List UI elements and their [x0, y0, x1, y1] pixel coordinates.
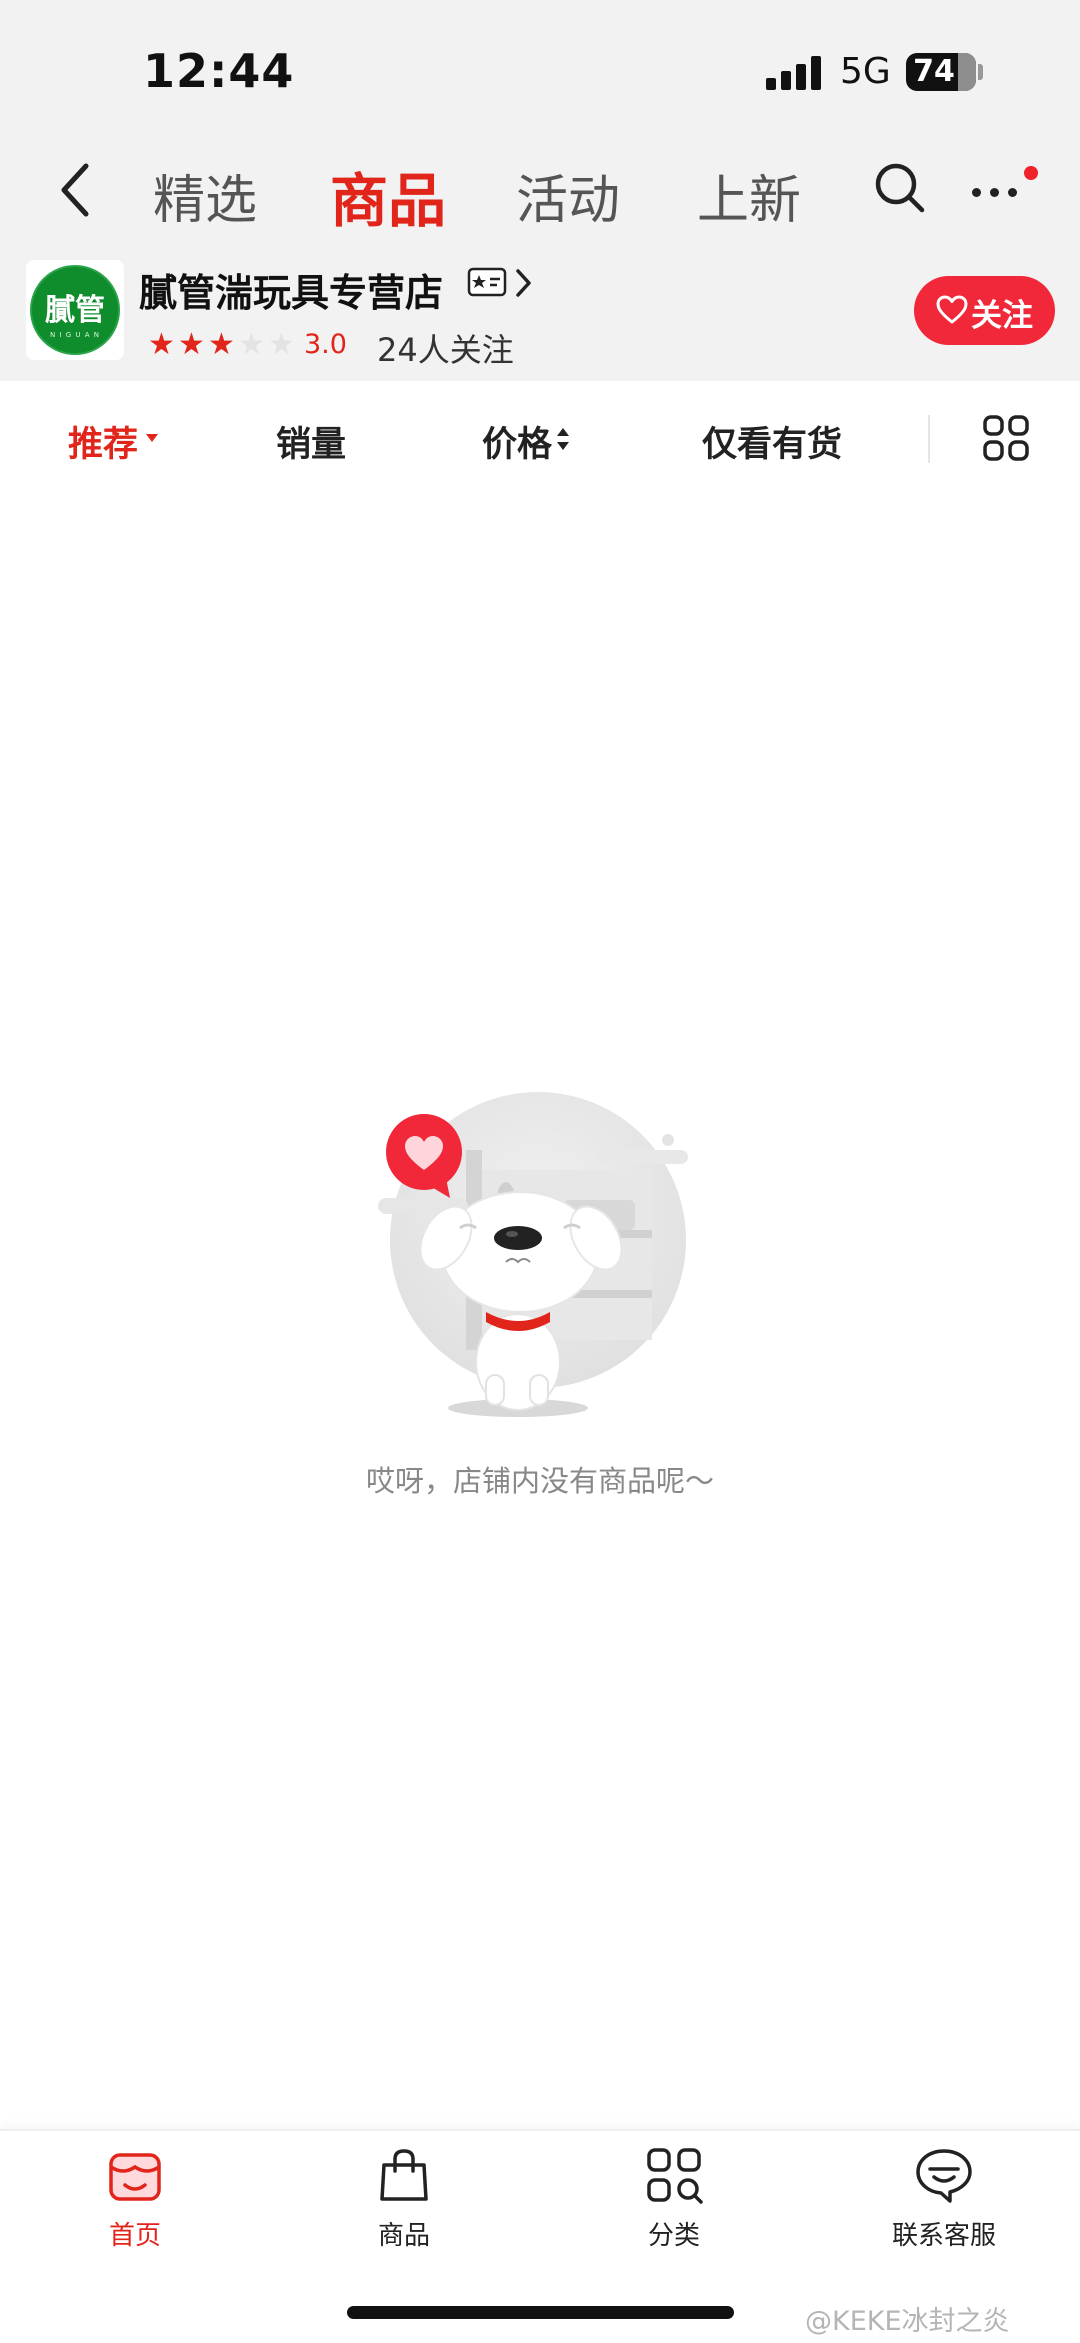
- rating-star: ★: [238, 327, 265, 362]
- rating-star: ★: [208, 327, 235, 362]
- bottom-nav-customer-service[interactable]: 联系客服: [864, 2145, 1024, 2252]
- filter-sales[interactable]: 销量: [276, 416, 346, 467]
- bottom-nav-categories-label: 分类: [647, 2221, 700, 2251]
- chevron-left-icon[interactable]: [56, 160, 96, 220]
- storefront-icon: [109, 2153, 161, 2201]
- rating-star: ★: [178, 327, 205, 362]
- battery-level: 74: [913, 54, 955, 89]
- status-time: 12:44: [143, 44, 295, 98]
- bottom-nav-home[interactable]: 首页: [55, 2145, 215, 2252]
- follow-button[interactable]: 关注: [914, 276, 1055, 345]
- customer-service-icon: [916, 2149, 972, 2203]
- bottom-nav-products-label: 商品: [377, 2221, 430, 2251]
- rating-star: ★: [268, 327, 295, 362]
- home-indicator: [347, 2306, 734, 2319]
- shop-logo-subtext: N I G U A N: [50, 331, 100, 339]
- notification-dot: [1024, 166, 1038, 180]
- tab-new-arrivals[interactable]: 上新: [697, 158, 801, 233]
- filter-in-stock[interactable]: 仅看有货: [702, 416, 842, 467]
- bottom-nav-categories[interactable]: 分类: [594, 2145, 754, 2252]
- shop-logo[interactable]: 膩管 N I G U A N: [26, 260, 124, 360]
- rating-star: ★: [148, 327, 175, 362]
- empty-state-message: 哎呀，店铺内没有商品呢～: [365, 1464, 714, 1498]
- caret-down-icon: [146, 434, 158, 442]
- cellular-signal-icon: [766, 56, 822, 90]
- shop-logo-text: 膩管: [45, 293, 105, 328]
- watermark: @KEKE冰封之炎: [805, 2306, 1010, 2337]
- filter-recommended[interactable]: 推荐: [68, 416, 138, 467]
- more-icon[interactable]: [970, 182, 1022, 202]
- search-icon[interactable]: [874, 162, 926, 214]
- bottom-nav-home-label: 首页: [108, 2221, 161, 2251]
- category-icon: [647, 2148, 703, 2204]
- filter-divider: [928, 415, 930, 463]
- shop-name[interactable]: 膩管湍玩具专营店: [139, 262, 443, 317]
- id-card-icon: [467, 267, 507, 297]
- battery-nub: [978, 64, 983, 80]
- shopping-bag-icon: [380, 2149, 428, 2201]
- filter-price[interactable]: 价格: [482, 416, 552, 467]
- tab-products[interactable]: 商品: [330, 154, 446, 238]
- follower-count: 24人关注: [377, 331, 514, 369]
- empty-state-illustration: [378, 1092, 688, 1417]
- bottom-nav-customer-service-label: 联系客服: [891, 2221, 996, 2251]
- rating-value: 3.0: [304, 329, 347, 360]
- grid-view-icon[interactable]: [982, 414, 1030, 462]
- follow-button-label: 关注: [971, 298, 1033, 334]
- bottom-nav-products[interactable]: 商品: [324, 2145, 484, 2252]
- battery-icon: 74: [906, 53, 976, 91]
- tab-featured[interactable]: 精选: [153, 158, 257, 233]
- heart-icon: [936, 295, 968, 324]
- network-type: 5G: [840, 51, 891, 92]
- chevron-right-icon[interactable]: [513, 266, 535, 300]
- sort-arrows-icon: [557, 428, 569, 450]
- tab-activities[interactable]: 活动: [516, 158, 620, 233]
